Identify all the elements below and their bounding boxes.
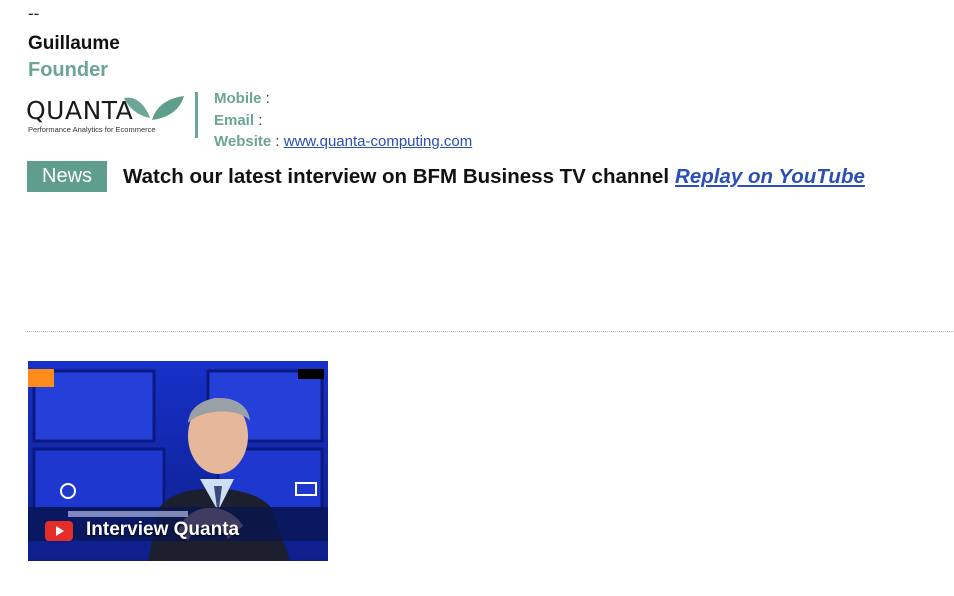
dotted-divider (27, 331, 954, 332)
replay-youtube-link[interactable]: Replay on YouTube (675, 165, 865, 189)
email-label: Email (214, 111, 255, 129)
website-colon: : (271, 133, 284, 150)
news-text: Watch our latest interview on BFM Busine… (123, 164, 670, 188)
news-row: News Watch our latest interview on BFM B… (27, 161, 865, 192)
leaf-icon (124, 96, 184, 120)
contact-website: Website : www.quanta-computing.com (214, 131, 472, 153)
contact-email: Email : (214, 110, 472, 132)
mobile-label: Mobile (214, 90, 262, 107)
email-body: -- Guillaume Founder QUANTA Performance … (0, 0, 954, 596)
quanta-logo: QUANTA Performance Analytics for Ecommer… (26, 92, 196, 140)
contact-mobile: Mobile : (214, 88, 472, 110)
website-label: Website (214, 133, 272, 150)
logo-divider (195, 92, 198, 138)
website-link[interactable]: www.quanta-computing.com (284, 133, 472, 150)
contact-block: Mobile : Email : Website : www.quanta-co… (214, 88, 472, 153)
signature-name: Guillaume (28, 33, 120, 54)
email-colon: : (254, 111, 263, 129)
video-thumbnail[interactable]: Interview Quanta (28, 361, 328, 561)
news-badge: News (27, 161, 108, 192)
video-title: Interview Quanta (86, 519, 240, 540)
signature-separator: -- (28, 4, 40, 23)
logo-wordmark: QUANTA (26, 96, 134, 125)
signature-role: Founder (28, 59, 108, 81)
youtube-play-icon[interactable] (45, 521, 73, 541)
mobile-colon: : (261, 90, 270, 107)
logo-tagline: Performance Analytics for Ecommerce (28, 125, 156, 134)
